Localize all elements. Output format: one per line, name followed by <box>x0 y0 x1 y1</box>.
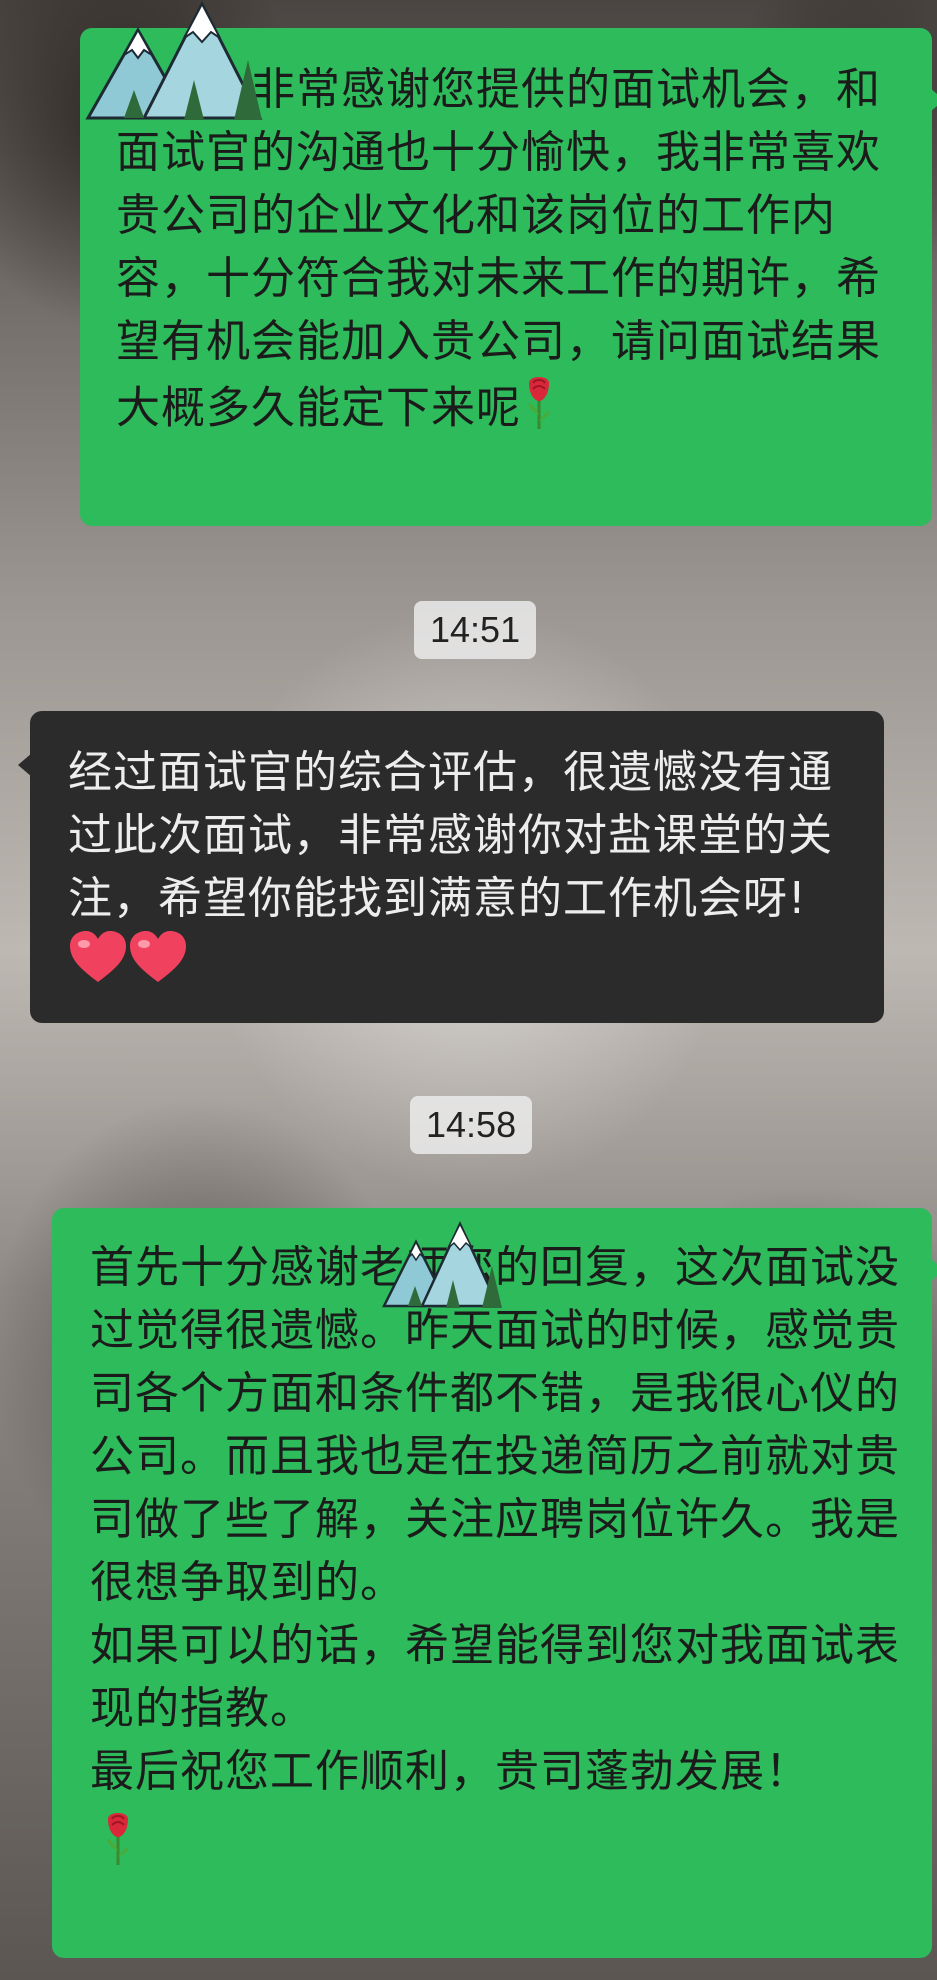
message-text: 首先十分感谢老师您的回复，这次面试没过觉得很遗憾。昨天面试的时候，感觉贵司各个方… <box>90 1242 900 1797</box>
rose-icon <box>521 373 557 448</box>
heart-icon <box>128 930 188 1001</box>
timestamp: 14:51 <box>414 601 537 659</box>
message-text: 经过面试官的综合评估，很遗憾没有通过此次面试，非常感谢你对盐课堂的关注，希望你能… <box>68 747 833 924</box>
sent-message-bubble[interactable]: 首先十分感谢老师您的回复，这次面试没过觉得很遗憾。昨天面试的时候，感觉贵司各个方… <box>52 1208 937 1958</box>
mountain-sticker-icon <box>84 0 284 125</box>
bubble-tail <box>930 88 937 112</box>
received-message-bubble[interactable]: 经过面试官的综合评估，很遗憾没有通过此次面试，非常感谢你对盐课堂的关注，希望你能… <box>18 711 884 1023</box>
bubble-tail <box>930 1258 937 1282</box>
bubble-tail <box>18 753 32 777</box>
mountain-sticker-icon <box>381 1218 514 1310</box>
timestamp: 14:58 <box>410 1096 533 1154</box>
rose-icon <box>100 1809 912 1884</box>
heart-icon <box>68 930 128 1001</box>
